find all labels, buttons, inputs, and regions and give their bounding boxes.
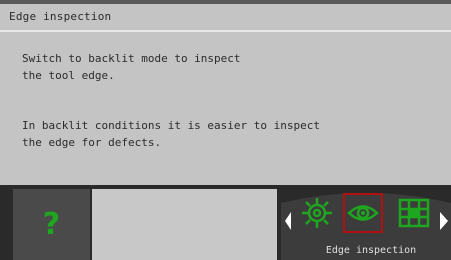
carousel-next-icon[interactable] — [440, 212, 448, 230]
carousel-prev-icon[interactable] — [285, 212, 291, 230]
page-title: Edge inspection — [9, 10, 112, 23]
help-button[interactable]: ? — [13, 189, 90, 260]
explanation-text: In backlit conditions it is easier to in… — [22, 119, 321, 149]
instruction-text: Switch to backlit mode to inspect the to… — [22, 52, 241, 82]
screen: Edge inspection Switch to backlit mode t… — [0, 0, 451, 260]
mode-item-grid[interactable] — [395, 194, 433, 232]
grid-inspection-icon — [398, 198, 430, 228]
title-divider — [0, 30, 451, 32]
eye-backlit-icon — [347, 205, 379, 221]
question-mark-icon: ? — [42, 207, 61, 242]
mode-item-gear[interactable] — [298, 194, 336, 232]
empty-softkey — [92, 189, 277, 260]
top-strip — [0, 0, 451, 4]
selected-mode-label: Edge inspection — [325, 245, 417, 256]
mode-item-backlit[interactable] — [343, 193, 383, 233]
gear-inspection-icon — [302, 198, 332, 228]
